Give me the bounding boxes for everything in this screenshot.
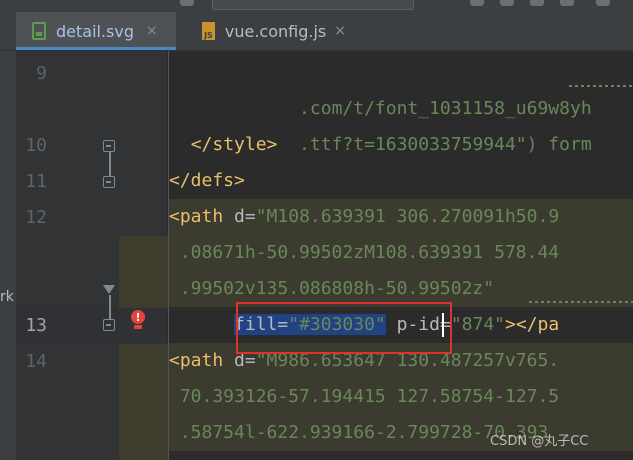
toolbar-icon[interactable] [596,0,610,6]
editor-tab-bar: detail.svg × JS vue.config.js × [0,12,633,51]
watermark: CSDN @丸子CC [490,434,589,449]
line-number: 12 [25,207,47,228]
code-line: .ttf?t=1630033759944") form [212,134,592,155]
line-number: 14 [25,351,47,372]
fold-line [109,295,111,319]
js-file-icon: JS [202,22,215,40]
tab-label: vue.config.js [224,21,327,41]
editor-gutter: 9 10 11 12 13 14 ! [17,51,169,460]
gutter-highlight [119,344,169,460]
toolbar-icon[interactable] [470,0,484,6]
spellcheck-squiggle [569,85,633,87]
code-line: .com/t/font_1031158_u69w8yh [212,98,592,119]
code-line: </style> [190,134,278,155]
toolbar [0,0,633,12]
tab-label: detail.svg [56,21,135,41]
highlight-annotation-box [236,302,452,354]
line-number-current: 13 [25,315,47,336]
text-caret [442,313,444,337]
toolbar-icon[interactable] [500,0,514,6]
close-icon[interactable]: × [334,23,346,39]
toolbar-icon[interactable] [530,0,544,6]
fold-end-icon[interactable] [103,285,115,294]
line-number: 10 [25,135,47,156]
fold-collapse-icon[interactable] [103,319,115,331]
fold-line [109,152,111,176]
error-bulb-icon[interactable]: ! [131,310,147,332]
toolbar-icon[interactable] [560,0,574,6]
code-line-highlighted: .08671h-50.99502zM108.639391 578.44 [169,235,633,271]
line-number: 9 [36,63,47,84]
code-line-highlighted: <path d="M108.639391 306.270091h50.9 [169,199,633,235]
spellcheck-squiggle [529,301,633,303]
line-number: 11 [25,171,47,192]
code-editor[interactable]: .com/t/font_1031158_u69w8yh .ttf?t=16300… [169,51,633,460]
tab-vue-config-js[interactable]: JS vue.config.js × [186,12,346,50]
tool-window-strip: rk [0,51,17,460]
fold-collapse-icon[interactable] [103,176,115,188]
close-icon[interactable]: × [146,23,158,39]
code-line-highlighted: 70.393126-57.194415 127.58754-127.5 [169,379,633,415]
gutter-highlight [119,236,169,308]
tab-detail-svg[interactable]: detail.svg × [16,12,176,50]
run-config-field[interactable] [212,0,414,10]
tool-window-label[interactable]: rk [0,289,14,305]
active-tab-indicator [16,47,176,50]
fold-collapse-icon[interactable] [103,140,115,152]
code-line: </defs> [169,170,245,191]
toolbar-icon[interactable] [180,0,194,6]
svg-file-icon [32,22,46,40]
